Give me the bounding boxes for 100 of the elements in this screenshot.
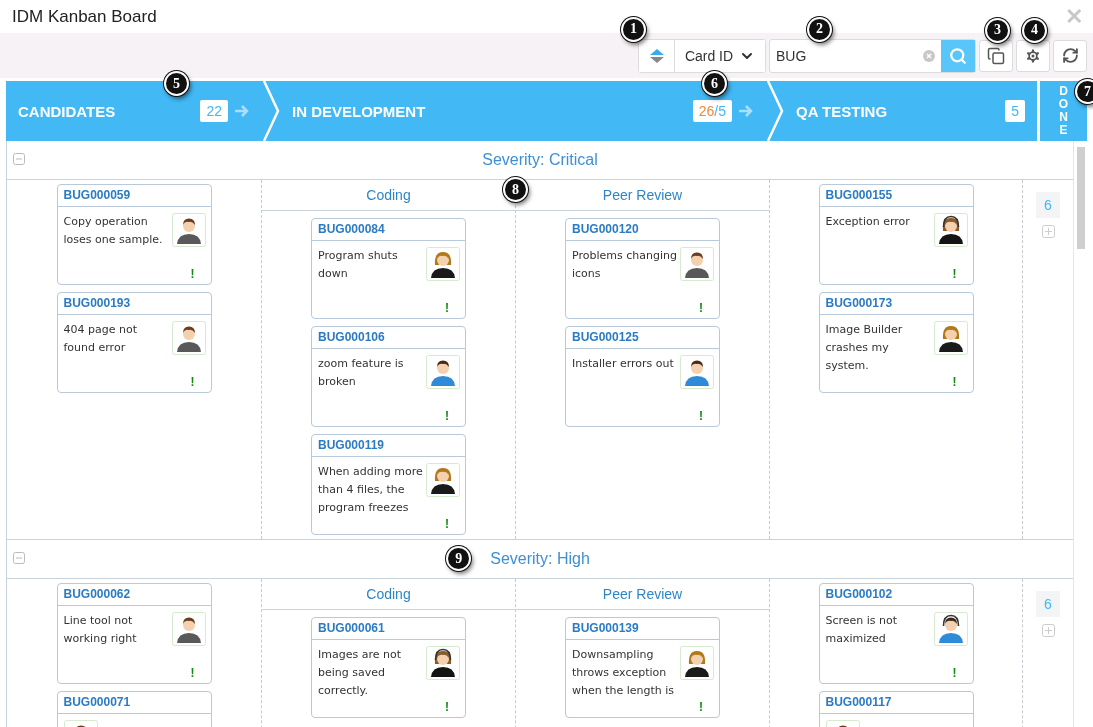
bug-card[interactable]: BUG000084 Program shuts down ! <box>311 218 466 319</box>
priority-mark: ! <box>699 409 703 423</box>
bug-card[interactable]: BUG000120 Problems changing icons ! <box>565 218 720 319</box>
collapse-icon[interactable] <box>13 552 25 564</box>
card-id[interactable]: BUG000139 <box>566 618 719 640</box>
done-count: 6 <box>1036 591 1060 617</box>
card-text: Exception error <box>825 214 911 230</box>
card-text: Screen is not maximized <box>825 613 899 647</box>
avatar-icon <box>933 612 968 646</box>
subcolumn-title: Coding <box>366 187 411 203</box>
chevron-separator <box>262 81 280 141</box>
avatar-icon <box>426 247 460 281</box>
callout-marker: 7 <box>1075 79 1093 104</box>
chevron-separator <box>766 81 784 141</box>
priority-mark: ! <box>445 409 449 423</box>
card-text: Copy operation loses one sample. <box>63 214 164 248</box>
copy-icon <box>987 46 1005 65</box>
priority-mark: ! <box>445 301 449 315</box>
arrow-icon <box>738 104 754 118</box>
priority-mark: ! <box>190 666 195 680</box>
avatar-icon <box>426 646 460 680</box>
priority-mark: ! <box>699 301 703 315</box>
card-id[interactable]: BUG000125 <box>566 327 719 349</box>
priority-mark: ! <box>190 267 195 281</box>
copy-button[interactable] <box>979 39 1013 72</box>
card-text: zoom feature is broken <box>318 356 405 390</box>
avatar-icon <box>171 321 206 355</box>
bug-card[interactable]: BUG000059 Copy operation loses one sample. ! <box>56 184 212 285</box>
scrollbar-thumb[interactable] <box>1076 147 1085 249</box>
avatar-icon <box>933 213 968 247</box>
card-id[interactable]: BUG000071 <box>57 692 211 714</box>
expand-icon[interactable] <box>1041 624 1055 637</box>
card-text: Problems changing icons <box>572 248 677 282</box>
arrow-icon <box>234 104 250 118</box>
card-id[interactable]: BUG000102 <box>819 584 973 606</box>
callout-marker: 4 <box>1022 17 1047 43</box>
bug-card[interactable]: BUG000106 zoom feature is broken ! <box>311 326 466 427</box>
priority-mark: ! <box>445 700 449 714</box>
bug-card[interactable]: BUG000125 Installer errors out ! <box>565 326 720 427</box>
swimlane-title: Severity: High <box>490 550 590 568</box>
card-id[interactable]: BUG000117 <box>819 692 973 714</box>
avatar-icon <box>680 247 714 281</box>
card-count: 26/5 <box>692 100 732 122</box>
callout-marker: 2 <box>807 16 832 42</box>
card-id[interactable]: BUG000120 <box>566 219 719 241</box>
collapse-icon[interactable] <box>13 153 25 165</box>
sort-icon <box>648 47 665 64</box>
card-id[interactable]: BUG000061 <box>312 618 465 640</box>
priority-mark: ! <box>190 375 195 389</box>
bug-card[interactable]: BUG000071 <box>56 691 212 727</box>
card-text: 404 page not found error <box>63 322 138 356</box>
bug-card[interactable]: BUG000117 <box>818 691 974 727</box>
search-field[interactable]: BUG <box>770 39 923 72</box>
sort-order-button[interactable] <box>639 39 675 72</box>
priority-mark: ! <box>699 700 703 714</box>
bug-card[interactable]: BUG000119 When adding more than 4 files, the program freezes ! <box>311 434 466 535</box>
priority-mark: ! <box>445 517 449 531</box>
card-id[interactable]: BUG000155 <box>819 185 973 207</box>
avatar-icon <box>933 321 968 355</box>
expand-icon[interactable] <box>1041 225 1055 238</box>
settings-icon <box>1024 46 1042 65</box>
avatar-icon <box>426 463 460 497</box>
refresh-button[interactable] <box>1053 39 1087 72</box>
card-text: Program shuts down <box>318 248 399 282</box>
bug-card[interactable]: BUG000062 Line tool not working right ! <box>56 583 212 684</box>
priority-mark: ! <box>952 267 957 281</box>
card-id[interactable]: BUG000062 <box>57 584 211 606</box>
priority-mark: ! <box>952 375 957 389</box>
bug-card[interactable]: BUG000061 Images are not being saved correctly. ! <box>311 617 466 718</box>
card-text: Downsampling throws exception when the length is <box>572 647 676 699</box>
card-count: 22 <box>200 100 228 122</box>
card-id[interactable]: BUG000059 <box>57 185 211 207</box>
card-text: Images are not being saved correctly. <box>318 647 402 699</box>
bug-card[interactable]: BUG000102 Screen is not maximized ! <box>818 583 974 684</box>
subcolumn-title: Peer Review <box>602 586 683 602</box>
avatar-icon <box>171 612 206 646</box>
clear-icon[interactable] <box>923 49 935 62</box>
column-title: QA TESTING <box>796 102 889 120</box>
avatar-icon <box>680 646 714 680</box>
card-id[interactable]: BUG000119 <box>312 435 465 457</box>
card-text: When adding more than 4 files, the program freezes <box>318 464 423 516</box>
avatar-icon <box>680 355 714 389</box>
column-title: IN DEVELOPMENT <box>292 102 427 120</box>
window-title: IDM Kanban Board <box>12 6 157 27</box>
settings-button[interactable] <box>1016 39 1050 72</box>
bug-card[interactable]: BUG000173 Image Builder crashes my system. ! <box>818 292 974 393</box>
card-id[interactable]: BUG000193 <box>57 293 211 315</box>
card-id[interactable]: BUG000173 <box>819 293 973 315</box>
callout-marker: 8 <box>503 177 528 202</box>
search-icon <box>949 46 967 65</box>
bug-card[interactable]: BUG000155 Exception error ! <box>818 184 974 285</box>
search-bar[interactable]: BUG <box>769 38 976 73</box>
bug-card[interactable]: BUG000193 404 page not found error ! <box>56 292 212 393</box>
bug-card[interactable]: BUG000139 Downsampling throws exception when the length is ! <box>565 617 720 718</box>
card-count: 5 <box>1005 100 1025 122</box>
card-id[interactable]: BUG000106 <box>312 327 465 349</box>
callout-marker: 3 <box>985 17 1010 43</box>
column-title: DONE <box>1057 84 1070 138</box>
card-id[interactable]: BUG000084 <box>312 219 465 241</box>
card-text: Line tool not working right <box>63 613 138 647</box>
